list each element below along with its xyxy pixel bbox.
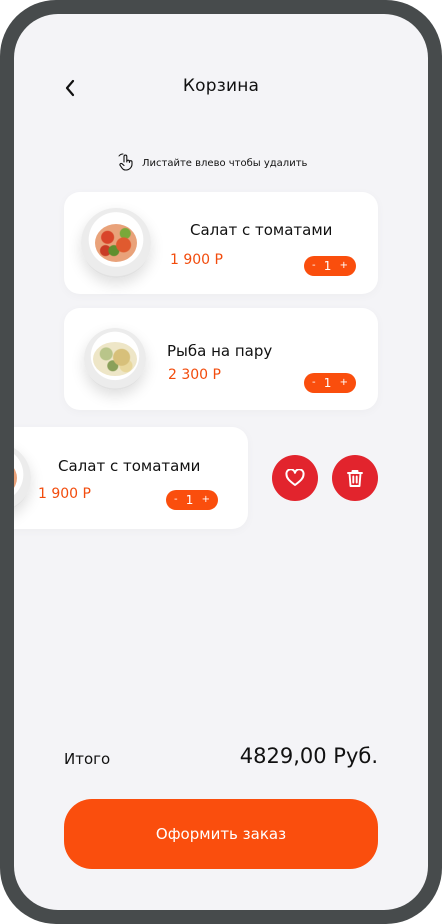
trash-icon	[347, 470, 363, 487]
item-image	[84, 328, 146, 390]
item-name: Салат с томатами	[190, 221, 333, 239]
item-name: Рыба на пару	[167, 342, 273, 360]
swipe-hand-icon	[118, 153, 133, 171]
quantity-value: 1	[323, 376, 332, 390]
favorite-button[interactable]	[272, 455, 318, 501]
total-value: 4829,00 Руб.	[239, 744, 378, 768]
quantity-value: 1	[323, 259, 332, 273]
item-price: 1 900 Р	[38, 486, 91, 502]
decrease-button[interactable]: -	[312, 261, 316, 271]
page-title: Корзина	[182, 76, 260, 96]
quantity-stepper[interactable]: - 1 +	[304, 373, 356, 393]
cart-item-swiped[interactable]: Салат с томатами 1 900 Р - 1 +	[14, 427, 248, 529]
item-price: 2 300 Р	[168, 367, 221, 383]
increase-button[interactable]: +	[340, 378, 348, 388]
increase-button[interactable]: +	[202, 495, 210, 505]
heart-icon	[285, 469, 305, 486]
increase-button[interactable]: +	[340, 261, 348, 271]
cart-item[interactable]: Рыба на пару 2 300 Р - 1 +	[64, 308, 378, 410]
decrease-button[interactable]: -	[174, 495, 178, 505]
quantity-value: 1	[185, 493, 194, 507]
decrease-button[interactable]: -	[312, 378, 316, 388]
swipe-hint-text: Листайте влево чтобы удалить	[142, 157, 308, 169]
swipe-hint: Листайте влево чтобы удалить	[118, 153, 307, 173]
quantity-stepper[interactable]: - 1 +	[166, 490, 218, 510]
delete-button[interactable]	[332, 455, 378, 501]
item-price: 1 900 Р	[170, 252, 223, 268]
checkout-button[interactable]: Оформить заказ	[64, 799, 378, 869]
quantity-stepper[interactable]: - 1 +	[304, 256, 356, 276]
phone-frame: Корзина Листайте влево чтобы удалить Сал…	[0, 0, 442, 924]
item-image	[14, 443, 31, 513]
cart-item[interactable]: Салат с томатами 1 900 Р - 1 +	[64, 192, 378, 294]
screen: Корзина Листайте влево чтобы удалить Сал…	[14, 14, 428, 910]
item-image	[81, 208, 151, 278]
total-label: Итого	[64, 750, 111, 768]
item-name: Салат с томатами	[58, 457, 201, 475]
